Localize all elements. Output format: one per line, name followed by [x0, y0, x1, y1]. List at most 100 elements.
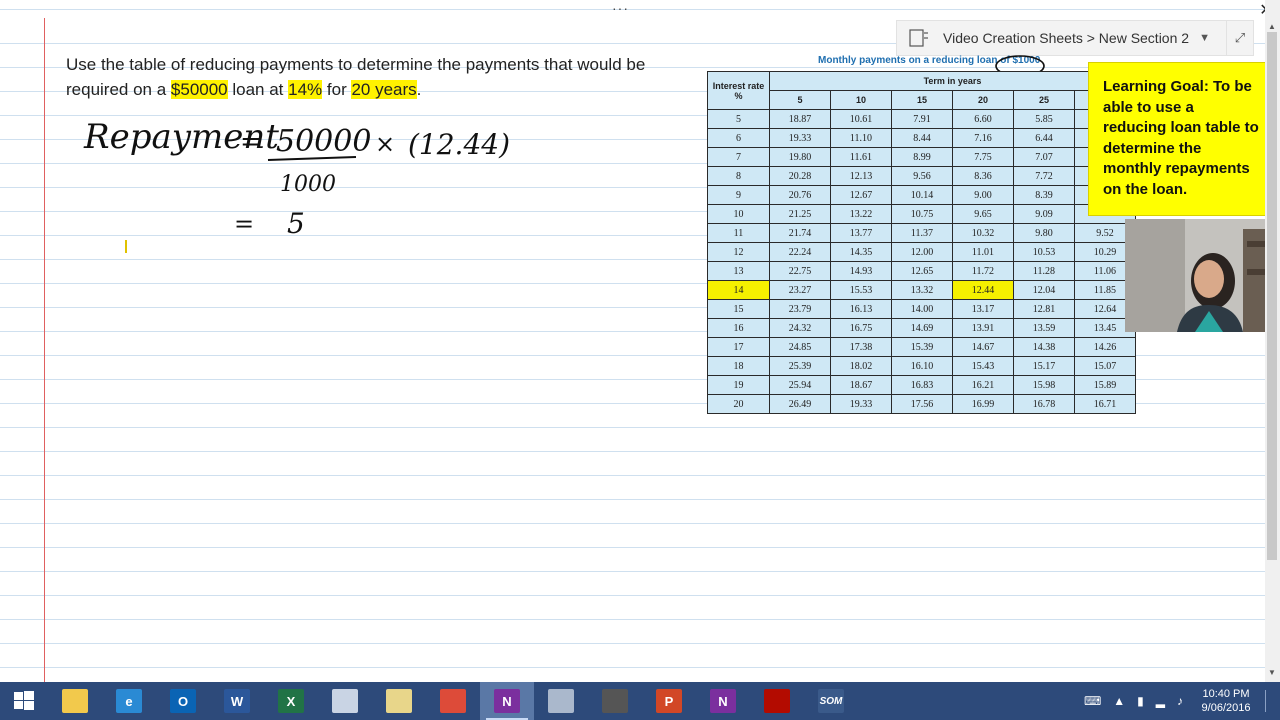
chevron-up-icon[interactable]: ▲ [1113, 694, 1125, 708]
taskbar-app-scientific-calculator[interactable] [588, 682, 642, 720]
payment-cell: 13.91 [952, 318, 1014, 338]
payment-cell: 20.28 [769, 166, 831, 186]
folder-icon [386, 689, 412, 713]
payment-cell: 25.39 [769, 356, 831, 376]
taskbar-app-outlook[interactable]: O [156, 682, 210, 720]
chevron-down-icon[interactable]: ▼ [1199, 32, 1210, 44]
payment-cell: 11.37 [891, 223, 953, 243]
rate-cell: 18 [707, 356, 770, 376]
taskbar-apps: e O W X N P N SOM [48, 682, 858, 720]
payment-cell: 11.72 [952, 261, 1014, 281]
windows-logo-icon [14, 691, 34, 710]
table-row: 10 21.25 13.22 10.75 9.65 9.09 [707, 204, 1136, 224]
taskbar-app-onenote-2[interactable]: N [696, 682, 750, 720]
chrome-icon [440, 689, 466, 713]
payment-cell: 16.71 [1074, 394, 1136, 414]
payment-cell: 10.14 [891, 185, 953, 205]
payment-cell: 18.02 [830, 356, 892, 376]
payment-cell: 8.39 [1013, 185, 1075, 205]
network-icon[interactable]: ▂ [1156, 694, 1165, 708]
scroll-up-icon[interactable]: ▲ [1268, 22, 1276, 31]
rate-cell: 15 [707, 299, 770, 319]
breadcrumb-label: Video Creation Sheets > New Section 2 [943, 30, 1190, 46]
table-row: 6 19.33 11.10 8.44 7.16 6.44 [707, 128, 1136, 148]
rate-header: Interest rate % [707, 71, 770, 110]
payment-cell: 14.26 [1074, 337, 1136, 357]
payment-cell: 9.80 [1013, 223, 1075, 243]
taskbar-app-powerpoint[interactable]: P [642, 682, 696, 720]
payment-cell: 7.07 [1013, 147, 1075, 167]
taskbar-app-internet-explorer[interactable]: e [102, 682, 156, 720]
taskbar-app-acrobat[interactable] [750, 682, 804, 720]
table-row: 13 22.75 14.93 12.65 11.72 11.28 11.06 [707, 261, 1136, 281]
payment-cell: 12.13 [830, 166, 892, 186]
taskbar-app-excel[interactable]: X [264, 682, 318, 720]
payment-cell: 14.38 [1013, 337, 1075, 357]
taskbar-clock[interactable]: 10:40 PM 9/06/2016 [1195, 687, 1257, 715]
taskbar-app-word[interactable]: W [210, 682, 264, 720]
clock-date: 9/06/2016 [1201, 702, 1251, 714]
table-row: 14 23.27 15.53 13.32 12.44 12.04 11.85 [707, 280, 1136, 300]
rate-cell: 20 [707, 394, 770, 414]
payment-cell: 19.80 [769, 147, 831, 167]
show-desktop-button[interactable] [1265, 690, 1280, 712]
rate-cell: 17 [707, 337, 770, 357]
payment-cell: 15.39 [891, 337, 953, 357]
payment-cell: 8.36 [952, 166, 1014, 186]
payment-cell: 16.13 [830, 299, 892, 319]
taskbar-app-calculator[interactable] [534, 682, 588, 720]
payment-cell: 13.22 [830, 204, 892, 224]
paint-icon [332, 689, 358, 713]
payment-cell: 12.81 [1013, 299, 1075, 319]
clock-time: 10:40 PM [1202, 688, 1250, 700]
taskbar-app-folder[interactable] [372, 682, 426, 720]
breadcrumb[interactable]: Video Creation Sheets > New Section 2 ▼ [896, 20, 1228, 56]
taskbar-app-file-explorer[interactable] [48, 682, 102, 720]
payment-cell: 16.21 [952, 375, 1014, 395]
scroll-down-icon[interactable]: ▼ [1268, 668, 1276, 677]
handwritten-denominator: 1000 [280, 172, 336, 197]
rate-cell: 6 [707, 128, 770, 148]
table-row: 9 20.76 12.67 10.14 9.00 8.39 [707, 185, 1136, 205]
battery-icon[interactable]: ▮ [1137, 694, 1144, 708]
payment-cell: 7.16 [952, 128, 1014, 148]
taskbar-app-chrome[interactable] [426, 682, 480, 720]
term-column-header: 20 [952, 90, 1014, 110]
payment-cell: 6.60 [952, 109, 1014, 129]
scientific-calculator-icon [602, 689, 628, 713]
scrollbar-thumb[interactable] [1267, 32, 1277, 560]
expand-icon[interactable]: ⤢ [1226, 20, 1254, 56]
payment-cell: 7.72 [1013, 166, 1075, 186]
payment-cell: 10.61 [830, 109, 892, 129]
payment-cell: 14.69 [891, 318, 953, 338]
payment-cell: 22.75 [769, 261, 831, 281]
payment-cell: 24.85 [769, 337, 831, 357]
start-button[interactable] [0, 682, 48, 720]
payment-cell: 17.56 [891, 394, 953, 414]
taskbar-app-screencast-o-matic[interactable]: SOM [804, 682, 858, 720]
payment-cell: 15.98 [1013, 375, 1075, 395]
rate-cell: 12 [707, 242, 770, 262]
payment-cell: 12.44 [952, 280, 1014, 300]
payment-cell: 16.10 [891, 356, 953, 376]
payment-cell: 23.79 [769, 299, 831, 319]
payment-cell: 13.32 [891, 280, 953, 300]
rate-cell: 11 [707, 223, 770, 243]
payment-cell: 13.77 [830, 223, 892, 243]
table-row: 18 25.39 18.02 16.10 15.43 15.17 15.07 [707, 356, 1136, 376]
payment-cell: 16.75 [830, 318, 892, 338]
payment-cell: 9.56 [891, 166, 953, 186]
rate-cell: 16 [707, 318, 770, 338]
keyboard-icon[interactable]: ⌨ [1084, 694, 1101, 708]
notebook-icon [909, 29, 928, 47]
rate-cell: 10 [707, 204, 770, 224]
taskbar-app-onenote[interactable]: N [480, 682, 534, 720]
payment-cell: 12.65 [891, 261, 953, 281]
payment-cell: 14.67 [952, 337, 1014, 357]
taskbar-app-paint[interactable] [318, 682, 372, 720]
payment-cell: 18.87 [769, 109, 831, 129]
volume-icon[interactable]: ♪ [1177, 694, 1183, 708]
system-tray: ⌨ ▲ ▮ ▂ ♪ 10:40 PM 9/06/2016 [1078, 682, 1280, 720]
payment-cell: 9.65 [952, 204, 1014, 224]
table-row: 16 24.32 16.75 14.69 13.91 13.59 13.45 [707, 318, 1136, 338]
